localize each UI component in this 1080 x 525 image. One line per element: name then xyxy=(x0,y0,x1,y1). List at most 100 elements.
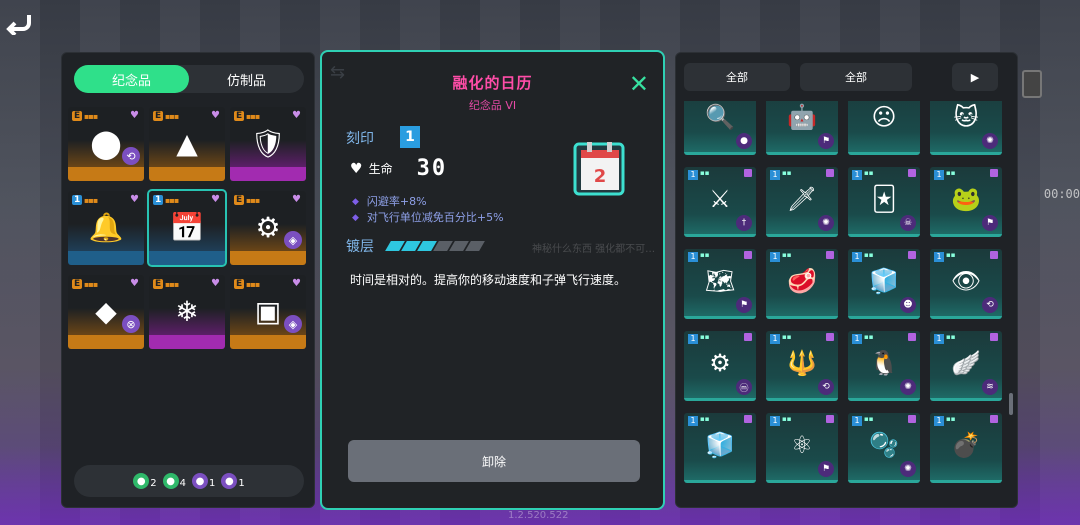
favorite-icon: ♥ xyxy=(292,110,301,121)
slime-icon: 🫧 xyxy=(869,431,899,459)
rank-badge: 1 xyxy=(72,195,83,205)
equipped-slot[interactable]: E ▪▪▪ ♥ ❄ xyxy=(149,275,225,349)
heart-icon: ♥ xyxy=(350,160,363,177)
rarity-corner-icon xyxy=(908,415,916,423)
map-icon: 🗺 xyxy=(704,267,736,295)
equipped-slot[interactable]: 1 ▪▪▪ ♥ 🔔 xyxy=(68,191,144,265)
set-bonus-stat: ● 2 xyxy=(133,473,157,489)
filter-type-dropdown[interactable]: 全部 xyxy=(684,63,790,91)
inventory-slot[interactable]: 1▪▪🔍● xyxy=(684,101,756,155)
inventory-slot[interactable]: 1 ▪▪ 🐧 ✺ xyxy=(848,331,920,401)
inventory-slot[interactable]: 1▪▪🤖⚑ xyxy=(766,101,838,155)
set-count: 4 xyxy=(179,478,186,489)
inventory-slot[interactable]: 1 ▪▪ ⚔ † xyxy=(684,167,756,237)
favorite-icon: ♥ xyxy=(211,110,220,121)
inventory-slot[interactable]: 1 ▪▪ 💣 xyxy=(930,413,1002,483)
rank-badge: E xyxy=(234,279,245,289)
quality-dots-icon: ▪▪ xyxy=(700,169,710,177)
inventory-slot[interactable]: 1 ▪▪ 🔱 ⟲ xyxy=(766,331,838,401)
quality-dots-icon: ▪▪▪ xyxy=(165,280,179,289)
buff-item: ◆ 闪避率+8% xyxy=(352,195,427,208)
set-badge-icon: † xyxy=(736,215,752,231)
blue-eye-icon: 👁 xyxy=(950,267,982,295)
inventory-slot[interactable]: 1 ▪▪ ⚛ ⚑ xyxy=(766,413,838,483)
svg-text:2: 2 xyxy=(594,166,607,187)
inventory-slot[interactable]: 1 ▪▪ 👁 ⟲ xyxy=(930,249,1002,319)
inventory-slot[interactable]: 1 ▪▪ 🐸 ⚑ xyxy=(930,167,1002,237)
set-badge-icon: ⚑ xyxy=(818,133,834,149)
rank-badge: E xyxy=(72,111,83,121)
set-badge-icon: ● xyxy=(736,133,752,149)
inventory-slot[interactable]: 1 ▪▪ 🥩 xyxy=(766,249,838,319)
equipped-slot[interactable]: E ▪▪▪ ♥ ◆ ⊗ xyxy=(68,275,144,349)
cube-icon: 🧊 xyxy=(705,431,735,459)
tab-souvenirs[interactable]: 纪念品 xyxy=(74,65,189,93)
quality-dots-icon: ▪▪ xyxy=(782,251,792,259)
set-count: 2 xyxy=(150,478,157,489)
rarity-corner-icon xyxy=(990,169,998,177)
inventory-slot[interactable]: 1▪▪🐱✺ xyxy=(930,101,1002,155)
equipped-slot[interactable]: 1 ▪▪▪ ♥ 📅 xyxy=(147,189,227,267)
orb-cluster-icon: ⬤ xyxy=(90,126,122,160)
inventory-slot[interactable]: 1 ▪▪ 🗡 ✺ xyxy=(766,167,838,237)
set-badge-icon: ⚑ xyxy=(818,461,834,477)
inventory-slot[interactable]: 1 ▪▪ ⚙ ⓜ xyxy=(684,331,756,401)
rank-badge: 1 xyxy=(852,416,862,426)
set-badge-icon: ⚑ xyxy=(736,297,752,313)
calendar-icon: 📅 xyxy=(169,210,205,244)
inventory-slot[interactable]: 1▪▪☹ xyxy=(848,101,920,155)
close-icon[interactable]: ✕ xyxy=(629,70,649,98)
equipped-slot[interactable]: E ▪▪▪ ♥ ⬤ ⟲ xyxy=(68,107,144,181)
life-row: ♥ 生命 30 xyxy=(350,156,447,181)
inventory-slot[interactable]: 1 ▪▪ 🪽 ≋ xyxy=(930,331,1002,401)
rank-badge: E xyxy=(234,111,245,121)
quality-dots-icon: ▪▪ xyxy=(946,251,956,259)
green-creature-icon: 🐸 xyxy=(951,185,981,213)
set-badge-icon: ⓜ xyxy=(736,379,752,395)
rank-badge: E xyxy=(72,279,83,289)
rank-badge: E xyxy=(153,279,164,289)
set-bonus-stat: ● 1 xyxy=(192,473,215,489)
engrave-value: 1 xyxy=(400,126,420,148)
bomb-icon: 💣 xyxy=(951,431,981,459)
quality-dots-icon: ▪▪ xyxy=(946,169,956,177)
calendar-icon: 2 xyxy=(573,142,625,196)
rank-badge: 1 xyxy=(153,195,164,205)
quality-dots-icon: ▪▪ xyxy=(864,251,874,259)
gun-icon: ⚙ xyxy=(255,210,281,244)
life-label: 生命 xyxy=(368,162,393,176)
inventory-slot[interactable]: 1 ▪▪ 🫧 ✺ xyxy=(848,413,920,483)
favorite-icon: ♥ xyxy=(211,194,220,205)
rank-badge: 1 xyxy=(852,170,862,180)
equipped-slot[interactable]: E ▪▪▪ ♥ ▣ ◈ xyxy=(230,275,306,349)
equipped-slot[interactable]: E ▪▪▪ ♥ 🛡 xyxy=(230,107,306,181)
purple-eye-icon: ● xyxy=(221,473,238,489)
quality-dots-icon: ▪▪ xyxy=(864,333,874,341)
equipped-slot[interactable]: E ▪▪▪ ♥ ▲ xyxy=(149,107,225,181)
back-button[interactable] xyxy=(4,8,34,38)
trash-icon[interactable] xyxy=(1022,70,1042,98)
rarity-corner-icon xyxy=(744,415,752,423)
filter-rarity-dropdown[interactable]: 全部 xyxy=(800,63,912,91)
magnifier-icon: 🔍 xyxy=(705,103,735,131)
inventory-scrollbar[interactable] xyxy=(1009,393,1013,415)
rarity-corner-icon xyxy=(990,415,998,423)
cat-mask-icon: 🐱 xyxy=(953,103,979,131)
diamond-bullet-icon: ◆ xyxy=(352,197,359,207)
set-badge-icon: ☻ xyxy=(900,297,916,313)
tab-replicas[interactable]: 仿制品 xyxy=(189,65,304,93)
quality-dots-icon: ▪▪ xyxy=(700,251,710,259)
favorite-icon: ♥ xyxy=(211,278,220,289)
inventory-slot[interactable]: 1 ▪▪ 🧊 xyxy=(684,413,756,483)
inventory-slot[interactable]: 1 ▪▪ 🧊 ☻ xyxy=(848,249,920,319)
buff-list: ◆ 闪避率+8% ◆ 对飞行单位减免百分比+5% xyxy=(352,194,504,226)
bell-icon: 🔔 xyxy=(88,210,124,244)
quality-dots-icon: ▪▪ xyxy=(700,333,710,341)
inventory-slot[interactable]: 1 ▪▪ 🃏 ☠ xyxy=(848,167,920,237)
equipped-slot[interactable]: E ▪▪▪ ♥ ⚙ ◈ xyxy=(230,191,306,265)
unload-button[interactable]: 卸除 xyxy=(348,440,640,482)
inventory-slot[interactable]: 1 ▪▪ 🗺 ⚑ xyxy=(684,249,756,319)
item-detail-panel: ⇆ 融化的日历 纪念品 VI ✕ 刻印 1 ♥ 生命 30 ◆ 闪避率+8% ◆ 对… xyxy=(320,50,665,510)
quality-dots-icon: ▪▪ xyxy=(946,333,956,341)
sort-button[interactable]: ▶ xyxy=(952,63,998,91)
